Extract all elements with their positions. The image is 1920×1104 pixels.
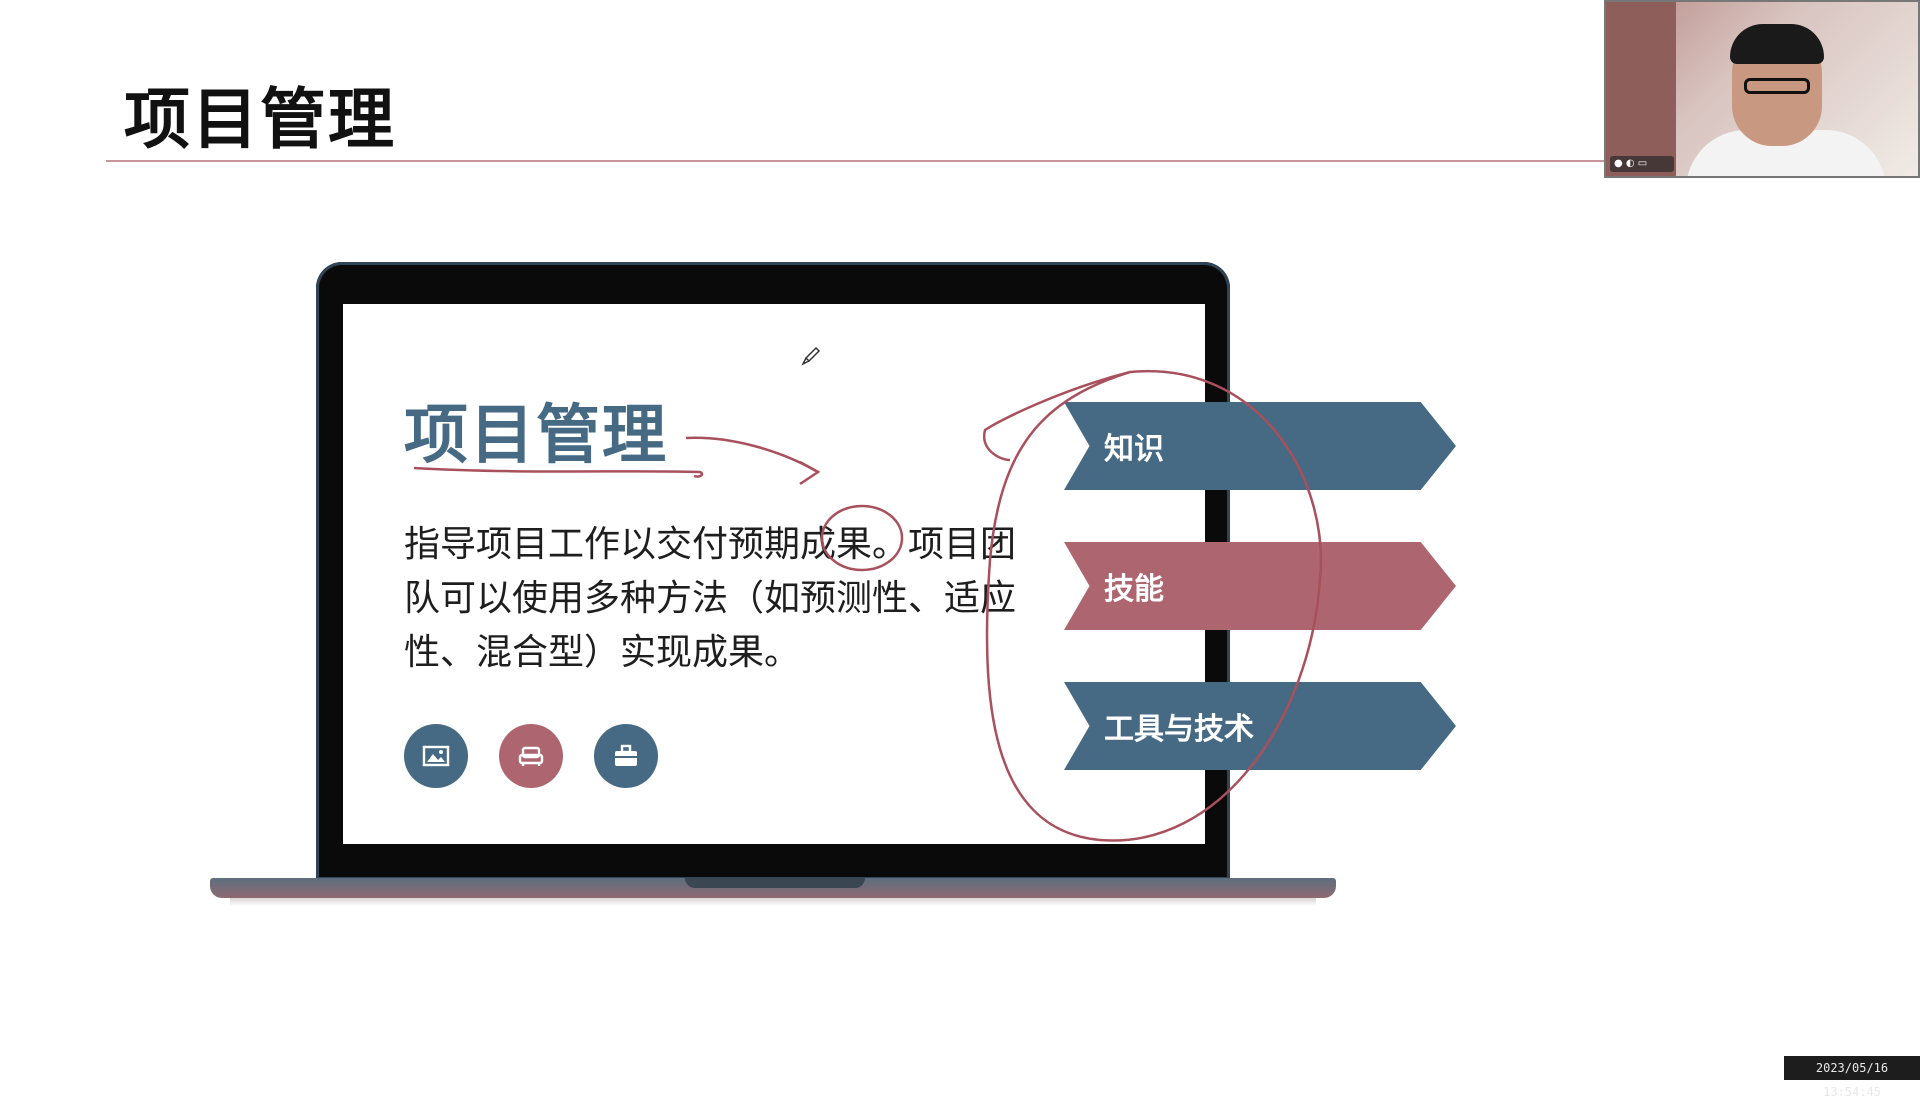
screen-title: 项目管理 (404, 399, 668, 473)
banner-tools: 工具与技术 (1064, 682, 1456, 770)
banner-label: 技能 (1104, 572, 1164, 607)
presenter-glasses (1744, 78, 1810, 94)
title-divider (106, 160, 1606, 162)
image-icon (404, 724, 468, 788)
banner-knowledge: 知识 (1064, 402, 1456, 490)
banner-label: 工具与技术 (1104, 712, 1254, 747)
webcam-controls[interactable]: ● ◐ ▭ (1610, 156, 1674, 172)
body-line: 性、混合型）实现成果。 (404, 632, 801, 673)
slide-title: 项目管理 (124, 81, 396, 158)
screen-body-text: 指导项目工作以交付预期成果。项目团 队可以使用多种方法（如预测性、适应 性、混合… (404, 518, 1044, 680)
webcam-overlay[interactable]: ● ◐ ▭ (1604, 0, 1920, 178)
briefcase-icon (594, 724, 658, 788)
presenter-hair (1730, 24, 1824, 64)
banner-skills: 技能 (1064, 542, 1456, 630)
webcam-background (1606, 2, 1676, 176)
laptop-notch (685, 878, 865, 888)
body-line: 指导项目工作以交付预期成果。项目团 (404, 524, 1017, 565)
laptop-shadow (230, 898, 1316, 906)
recording-timestamp: 2023/05/16 13:54:45 (1784, 1056, 1920, 1099)
sofa-icon (499, 724, 563, 788)
body-line: 队可以使用多种方法（如预测性、适应 (404, 578, 1017, 619)
banner-label: 知识 (1104, 432, 1164, 467)
